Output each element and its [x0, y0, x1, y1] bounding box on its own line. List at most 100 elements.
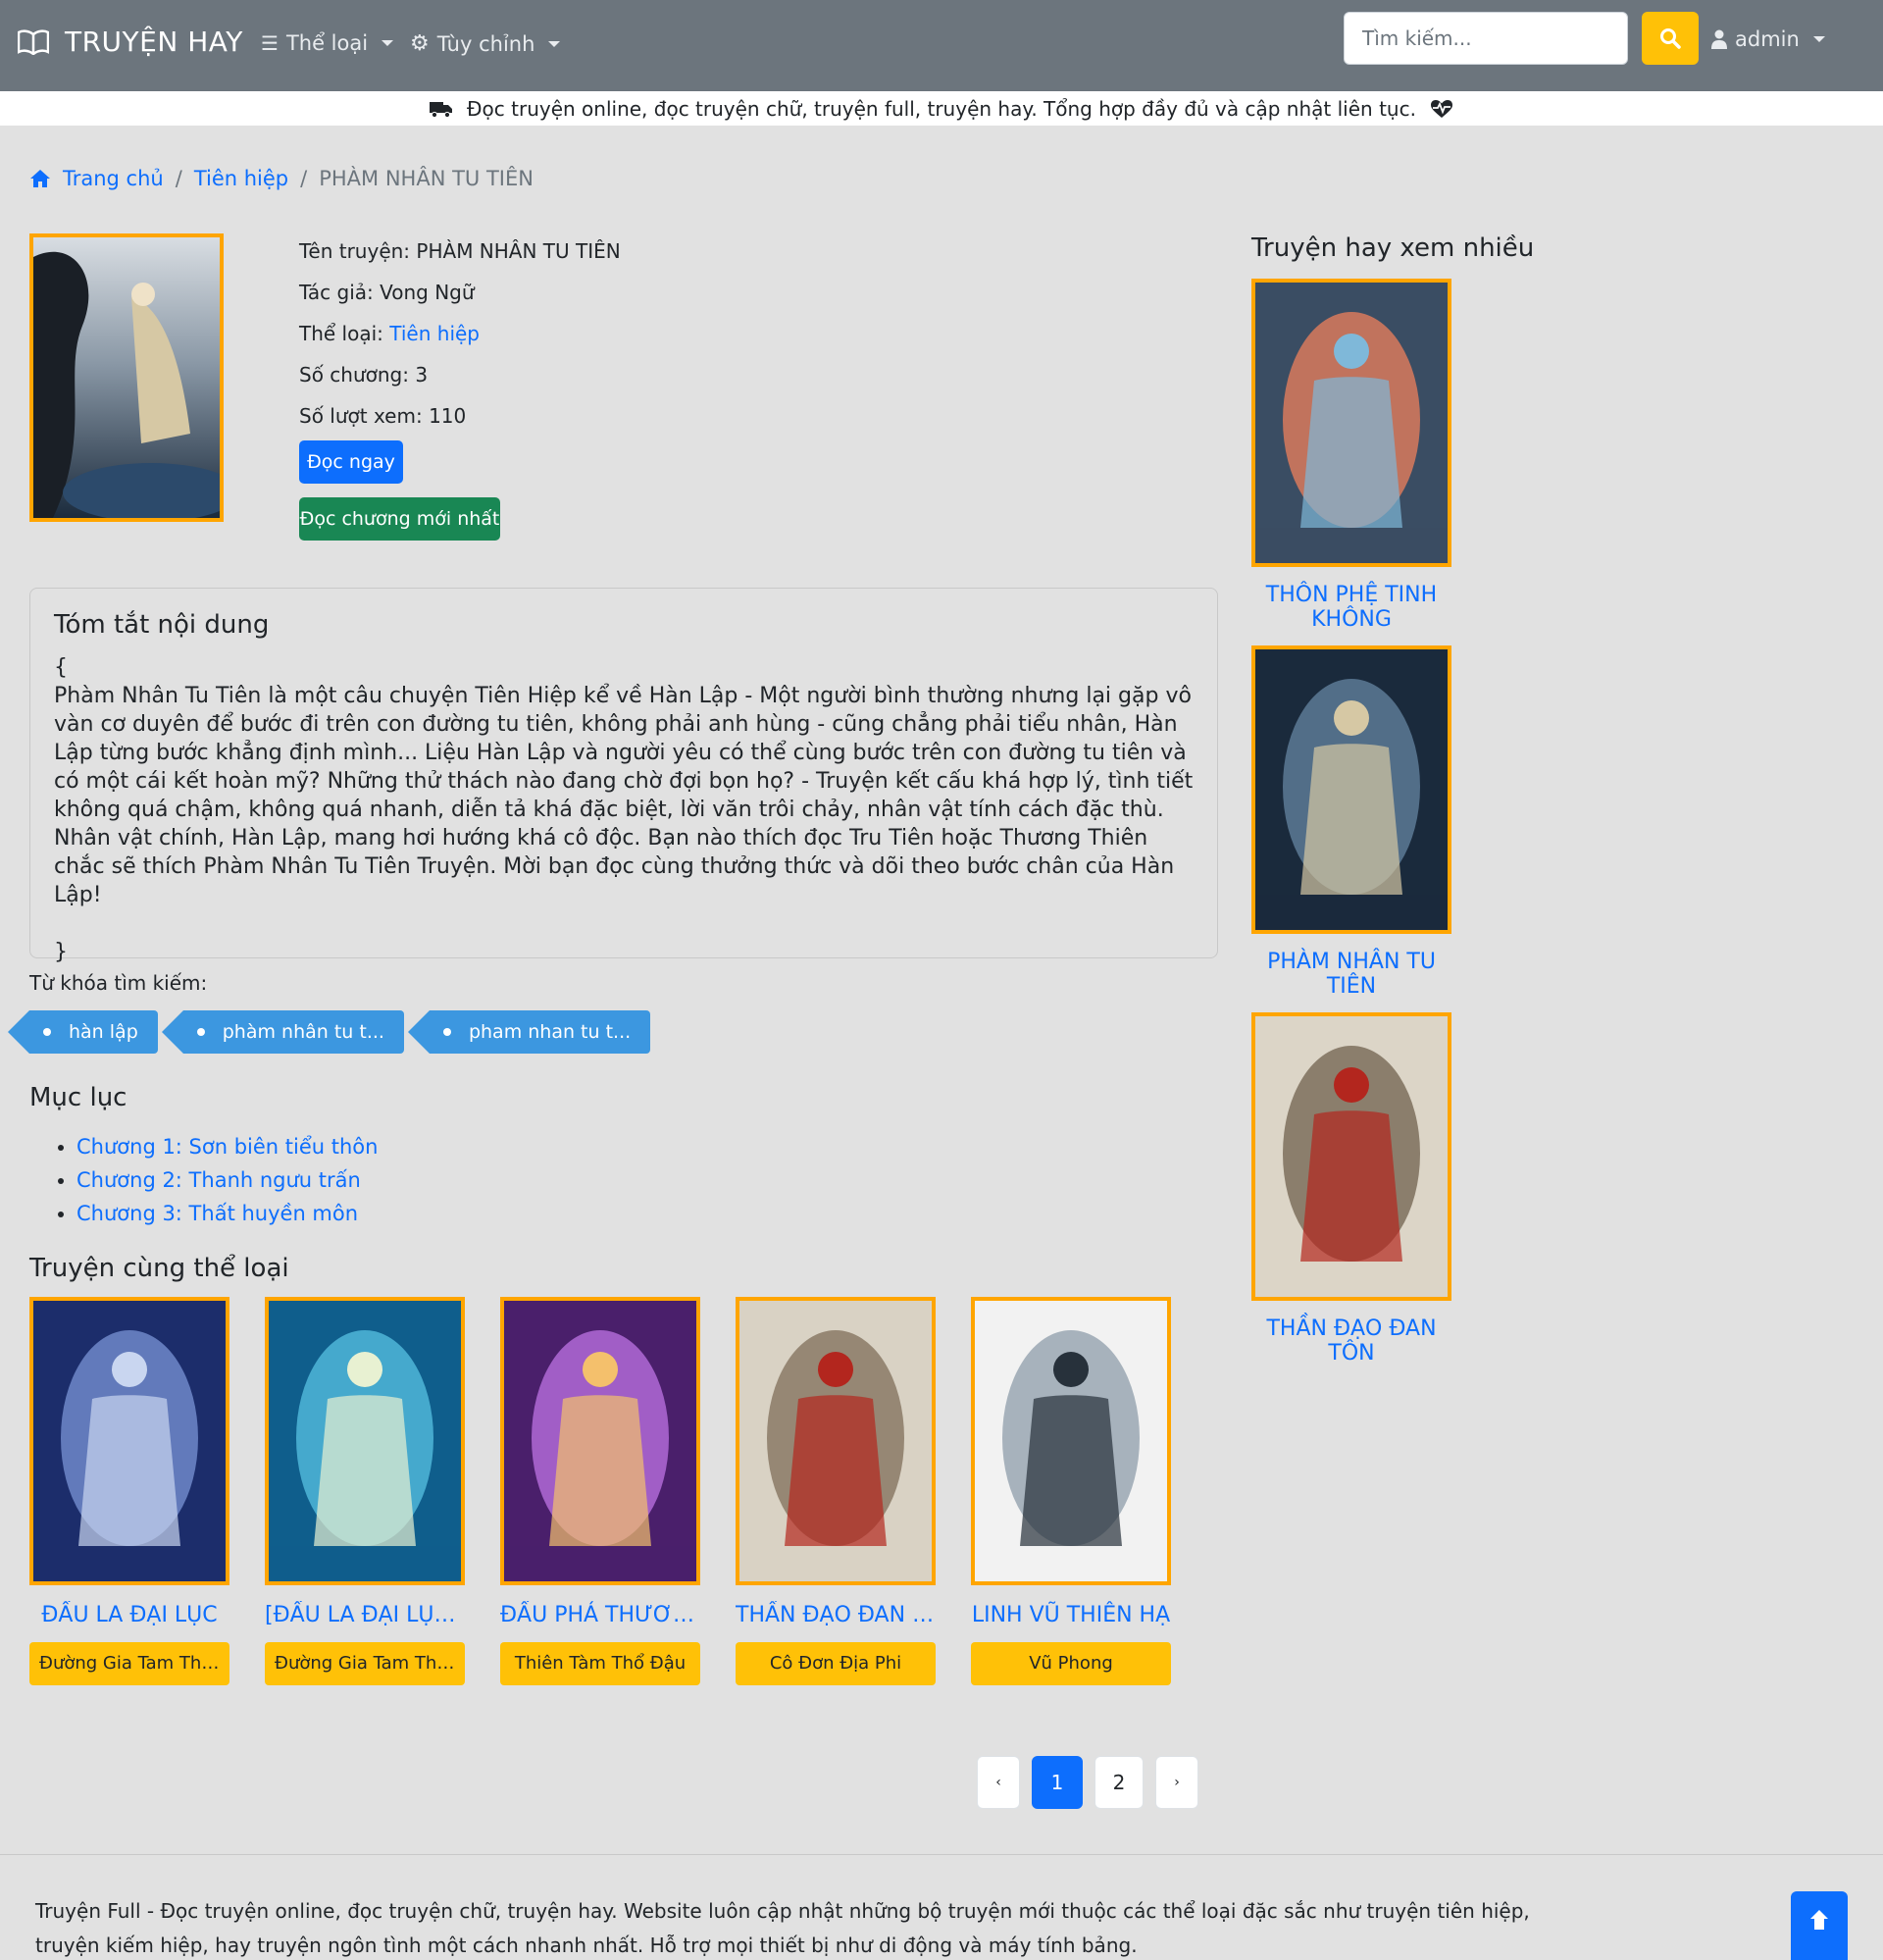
chapter-list: Chương 1: Sơn biên tiểu thôn Chương 2: T… [57, 1130, 378, 1230]
sidebar-list: THÔN PHỆ TINH KHÔNG PHÀM NHÂN TU TIÊN THẦN… [1251, 279, 1451, 1379]
summary-title: Tóm tắt nội dung [54, 610, 270, 640]
heartbeat-icon [1430, 99, 1452, 118]
breadcrumb-separator: / [175, 167, 182, 190]
story-card-author[interactable]: Đường Gia Tam Thi... [265, 1642, 465, 1685]
pagination: ‹ 1 2 › [977, 1756, 1198, 1809]
tagline-text: Đọc truyện online, đọc truyện chữ, truyệ… [467, 96, 1416, 121]
story-card[interactable]: [ĐẤU LA ĐẠI LỤC ... Đường Gia Tam Thi... [265, 1297, 465, 1685]
story-cover [29, 233, 224, 522]
custom-dropdown-label: Tùy chỉnh [436, 31, 535, 56]
chapter-link[interactable]: Chương 2: Thanh ngưu trấn [76, 1168, 361, 1192]
genre-dropdown-label: Thể loại [285, 31, 369, 55]
story-views: 110 [429, 404, 467, 428]
breadcrumb: Trang chủ / Tiên hiệp / PHÀM NHÂN TU TIÊ… [29, 167, 534, 190]
keyword-tag[interactable]: hàn lập [8, 1010, 158, 1054]
story-card-author[interactable]: Đường Gia Tam Thi... [29, 1642, 229, 1685]
story-genre-label: Thể loại: [299, 322, 383, 345]
pagination-next[interactable]: › [1155, 1756, 1198, 1809]
same-genre-grid: ĐẤU LA ĐẠI LỤC Đường Gia Tam Thi... [ĐẤU L… [29, 1297, 1171, 1685]
story-card-title[interactable]: ĐẤU PHÁ THƯƠN... [500, 1601, 700, 1630]
story-genre-link[interactable]: Tiên hiệp [389, 322, 480, 345]
sidebar-title: Truyện hay xem nhiều [1251, 233, 1535, 263]
gear-icon: ⚙ [410, 31, 430, 56]
keywords-label: Từ khóa tìm kiếm: [29, 971, 208, 995]
story-card[interactable]: ĐẤU PHÁ THƯƠN... Thiên Tàm Thổ Đậu [500, 1297, 700, 1685]
read-now-button[interactable]: Đọc ngay [299, 440, 403, 484]
chapter-link[interactable]: Chương 3: Thất huyền môn [76, 1202, 358, 1225]
story-card-title[interactable]: [ĐẤU LA ĐẠI LỤC ... [265, 1601, 465, 1630]
pagination-page[interactable]: 2 [1094, 1756, 1144, 1809]
pagination-page[interactable]: 1 [1032, 1756, 1083, 1809]
hamburger-icon: ☰ [261, 31, 279, 55]
open-book-icon [18, 28, 49, 55]
truck-icon [430, 101, 453, 118]
home-icon [30, 170, 50, 187]
user-name: admin [1735, 27, 1800, 51]
pagination-prev[interactable]: ‹ [977, 1756, 1020, 1809]
keyword-tags: hàn lập phàm nhân tu t... pham nhan tu t… [8, 1010, 651, 1054]
story-card-title[interactable]: LINH VŨ THIÊN HẠ [971, 1601, 1171, 1630]
popular-story-title[interactable]: THẦN ĐẠO ĐAN TÔN [1251, 1316, 1451, 1367]
popular-story-item[interactable]: THẦN ĐẠO ĐAN TÔN [1251, 1012, 1451, 1367]
genre-dropdown[interactable]: ☰ Thể loại [261, 31, 394, 55]
user-dropdown[interactable]: admin [1711, 27, 1825, 51]
story-card-author[interactable]: Thiên Tàm Thổ Đậu [500, 1642, 700, 1685]
story-author: Vong Ngữ [380, 281, 475, 304]
keyword-tag[interactable]: pham nhan tu t... [407, 1010, 651, 1054]
popular-story-cover[interactable] [1251, 1012, 1451, 1301]
popular-story-title[interactable]: PHÀM NHÂN TU TIÊN [1251, 950, 1451, 1001]
user-icon [1711, 29, 1727, 49]
brand-name: TRUYỆN HAY [65, 26, 243, 58]
custom-dropdown[interactable]: ⚙ Tùy chỉnh [410, 31, 561, 56]
story-card[interactable]: ĐẤU LA ĐẠI LỤC Đường Gia Tam Thi... [29, 1297, 229, 1685]
story-card-cover[interactable] [29, 1297, 229, 1585]
story-author-label: Tác giả: [299, 281, 374, 304]
chevron-down-icon [1812, 36, 1825, 42]
summary-card: Tóm tắt nội dung { Phàm Nhân Tu Tiên là … [29, 588, 1218, 964]
footer: Truyện Full - Đọc truyện online, đọc tru… [0, 1854, 1883, 1960]
story-card-title[interactable]: ĐẤU LA ĐẠI LỤC [29, 1601, 229, 1630]
popular-story-item[interactable]: PHÀM NHÂN TU TIÊN [1251, 645, 1451, 1001]
arrow-up-icon [1810, 1910, 1828, 1930]
search-input[interactable]: Tìm kiếm... [1344, 12, 1628, 65]
read-latest-button[interactable]: Đọc chương mới nhất [299, 497, 500, 541]
popular-story-item[interactable]: THÔN PHỆ TINH KHÔNG [1251, 279, 1451, 634]
navbar: TRUYỆN HAY ☰ Thể loại ⚙ Tùy chỉnh Tìm ki… [0, 0, 1883, 91]
chapter-item: Chương 1: Sơn biên tiểu thôn [76, 1130, 378, 1163]
story-card-author[interactable]: Vũ Phong [971, 1642, 1171, 1685]
popular-story-cover[interactable] [1251, 645, 1451, 934]
popular-story-title[interactable]: THÔN PHỆ TINH KHÔNG [1251, 583, 1451, 634]
story-card-title[interactable]: THẦN ĐẠO ĐAN T... [736, 1601, 936, 1630]
story-card[interactable]: LINH VŨ THIÊN HẠ Vũ Phong [971, 1297, 1171, 1685]
story-card-cover[interactable] [500, 1297, 700, 1585]
tagline-bar: Đọc truyện online, đọc truyện chữ, truyệ… [0, 91, 1883, 126]
chevron-down-icon [382, 40, 394, 46]
story-info: Tên truyện: PHÀM NHÂN TU TIÊN Tác giả: V… [299, 235, 621, 441]
story-card-cover[interactable] [971, 1297, 1171, 1585]
chevron-down-icon [548, 40, 561, 47]
story-name-label: Tên truyện: [299, 239, 411, 263]
summary-text: { Phàm Nhân Tu Tiên là một câu chuyện Ti… [54, 655, 1194, 964]
chapter-link[interactable]: Chương 1: Sơn biên tiểu thôn [76, 1135, 378, 1159]
keyword-tag[interactable]: phàm nhân tu t... [161, 1010, 404, 1054]
search-button[interactable] [1642, 12, 1699, 65]
footer-text: Truyện Full - Đọc truyện online, đọc tru… [35, 1899, 1530, 1957]
chapter-item: Chương 2: Thanh ngưu trấn [76, 1163, 378, 1197]
story-chapters: 3 [415, 363, 429, 387]
back-to-top-button[interactable] [1791, 1891, 1848, 1960]
same-genre-title: Truyện cùng thể loại [29, 1254, 289, 1283]
brand-link[interactable]: TRUYỆN HAY [18, 26, 243, 58]
breadcrumb-home[interactable]: Trang chủ [63, 167, 164, 190]
popular-story-cover[interactable] [1251, 279, 1451, 567]
story-card-cover[interactable] [265, 1297, 465, 1585]
breadcrumb-separator: / [300, 167, 308, 190]
story-name: PHÀM NHÂN TU TIÊN [416, 239, 621, 263]
breadcrumb-category[interactable]: Tiên hiệp [194, 167, 288, 190]
toc-title: Mục lục [29, 1083, 127, 1112]
story-card-author[interactable]: Cô Đơn Địa Phi [736, 1642, 936, 1685]
story-views-label: Số lượt xem: [299, 404, 423, 428]
breadcrumb-current: PHÀM NHÂN TU TIÊN [319, 167, 534, 190]
chapter-item: Chương 3: Thất huyền môn [76, 1197, 378, 1230]
story-card[interactable]: THẦN ĐẠO ĐAN T... Cô Đơn Địa Phi [736, 1297, 936, 1685]
story-card-cover[interactable] [736, 1297, 936, 1585]
